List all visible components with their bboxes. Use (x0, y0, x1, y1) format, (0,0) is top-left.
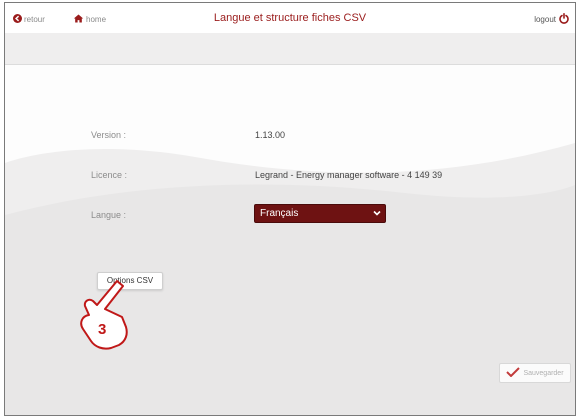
app-window: retour home Langue et structure fiches C… (4, 2, 576, 416)
save-label: Sauvegarder (523, 369, 564, 377)
language-selected-value: Français (260, 208, 299, 219)
language-select[interactable]: Français (254, 204, 386, 223)
licence-value: Legrand - Energy manager software - 4 14… (255, 170, 443, 180)
checkmark-icon (506, 367, 521, 379)
version-label: Version : (91, 130, 127, 140)
langue-label: Langue : (91, 210, 127, 220)
background-wave (5, 65, 575, 415)
save-button[interactable]: Sauvegarder (499, 363, 571, 383)
version-value: 1.13.00 (255, 130, 286, 140)
logout-label: logout (534, 15, 556, 24)
page-title: Langue et structure fiches CSV (213, 12, 367, 24)
pointing-hand-icon: 3 (80, 280, 128, 350)
licence-label: Licence : (91, 170, 128, 180)
chevron-down-icon (373, 209, 381, 220)
logout-button[interactable]: logout (534, 13, 569, 26)
top-bar: retour home Langue et structure fiches C… (5, 3, 575, 33)
step-number: 3 (98, 321, 106, 338)
power-icon (559, 13, 569, 26)
